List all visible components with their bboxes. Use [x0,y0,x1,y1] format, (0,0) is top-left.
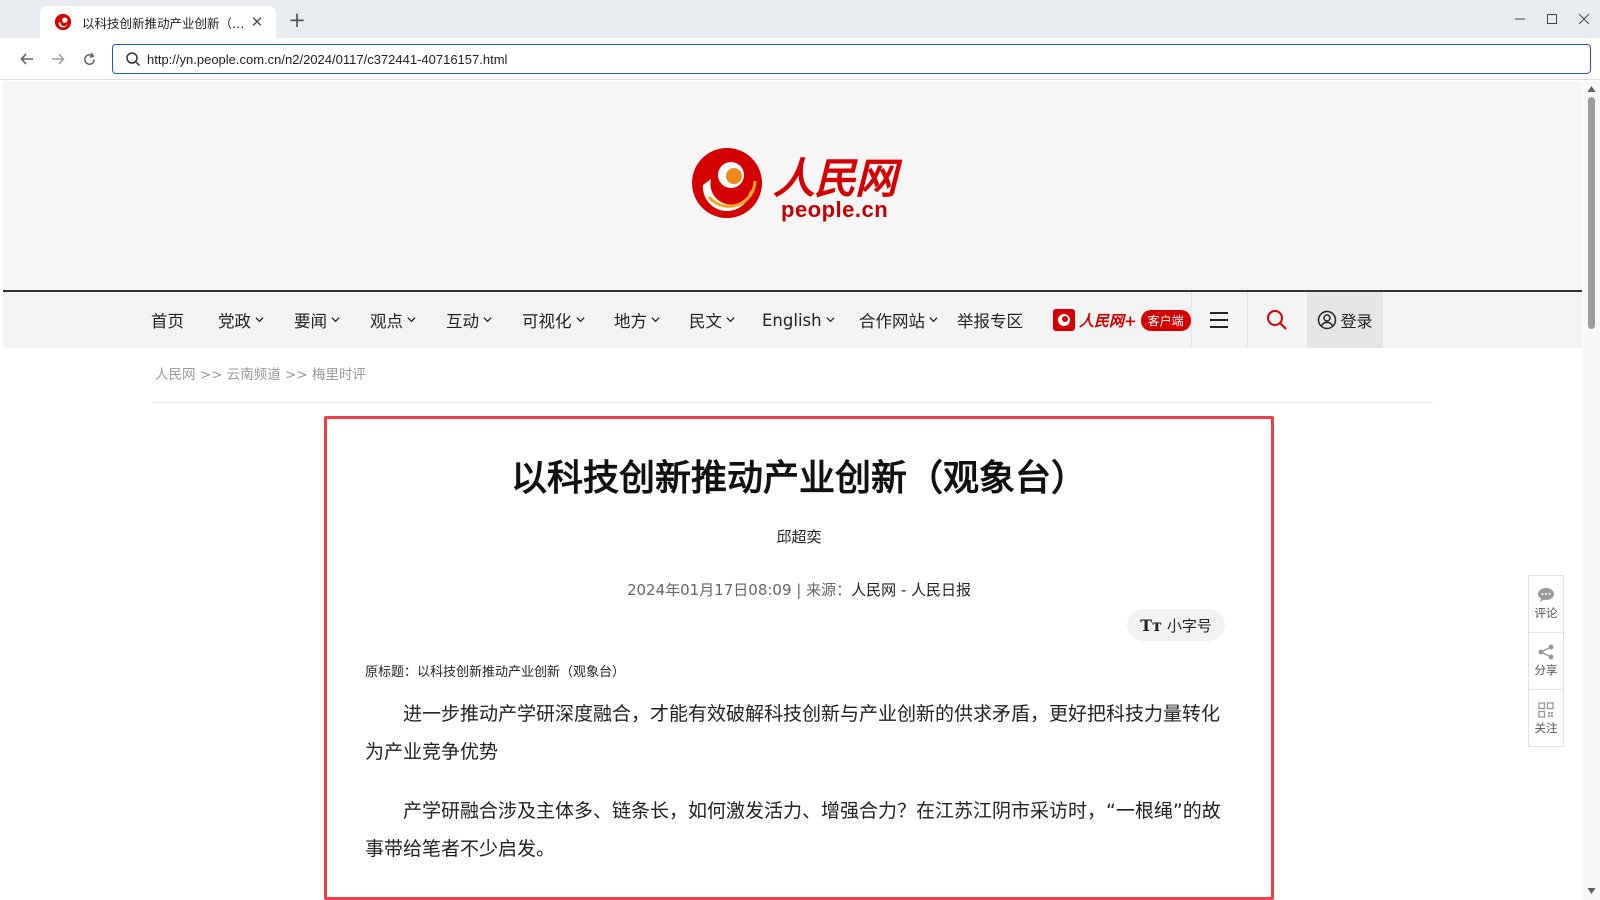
article-paragraph: 进一步推动产学研深度融合，才能有效破解科技创新与产业创新的供求矛盾，更好把科技力… [365,703,1221,763]
scrollbar-thumb[interactable] [1588,97,1595,329]
people-favicon-icon [54,13,72,31]
chevron-down-icon [929,316,938,322]
logo-english-text: people.cn [781,197,889,222]
comment-icon [1538,588,1554,602]
nav-item-news[interactable]: 要闻 [294,292,340,348]
follow-button[interactable]: 关注 [1529,690,1563,747]
chevron-down-icon [826,316,835,322]
tab-close-icon[interactable]: ✕ [248,13,266,31]
article-author: 邱超奕 [776,528,822,546]
breadcrumb-sep: >> [285,367,308,383]
chevron-down-icon [255,316,264,322]
nav-item-party[interactable]: 党政 [218,292,264,348]
site-header: 人民网 people.cn [3,81,1582,292]
page-scrollbar[interactable] [1583,81,1600,900]
breadcrumb: 人民网 >> 云南频道 >> 梅里时评 [155,363,366,383]
nav-item-opinion[interactable]: 观点 [370,292,416,348]
nav-item-partners[interactable]: 合作网站 [859,292,938,348]
browser-tab-active[interactable]: 以科技创新推动产业创新（观... ✕ [40,6,276,38]
text-size-icon: Tт [1140,615,1162,635]
tab-title: 以科技创新推动产业创新（观... [82,15,248,31]
search-icon [126,52,141,67]
article-box: 以科技创新推动产业创新（观象台） 邱超奕 2024年01月17日08:09 | … [324,416,1274,900]
people-emblem-icon [692,148,762,218]
font-size-toggle[interactable]: Tт 小字号 [1127,609,1225,641]
menu-button[interactable] [1191,292,1247,348]
main-nav: 首页 党政 要闻 观点 互动 可视化 地方 民文 English 合作网站 举报… [3,292,1582,348]
breadcrumb-section[interactable]: 梅里时评 [312,367,366,383]
browser-tab-strip: 以科技创新推动产业创新（观... ✕ + [0,0,1600,38]
divider [153,402,1433,403]
minimize-icon[interactable] [1504,0,1536,38]
scroll-down-arrow-icon[interactable] [1587,887,1596,895]
app-client-badge: 客户端 [1140,309,1191,331]
chevron-down-icon [407,316,416,322]
app-logo-icon [1053,309,1075,331]
breadcrumb-sep: >> [199,367,223,383]
nav-item-ethnic[interactable]: 民文 [689,292,735,348]
page-viewport: 人民网 people.cn 首页 党政 要闻 观点 互动 可视化 地方 民文 E… [0,81,1600,900]
article-title: 以科技创新推动产业创新（观象台） [510,458,1087,499]
close-window-icon[interactable] [1568,0,1600,38]
nav-item-english[interactable]: English [762,292,835,348]
people-logo[interactable]: 人民网 people.cn [689,143,919,233]
site-search-button[interactable] [1247,292,1307,348]
nav-item-interact[interactable]: 互动 [446,292,492,348]
login-button[interactable]: 登录 [1307,292,1383,348]
chevron-down-icon [331,316,340,322]
original-title: 原标题：以科技创新推动产业创新（观象台） [365,665,626,680]
article-meta: 2024年01月17日08:09 | 来源：人民网 - 人民日报 [327,579,1271,600]
side-toolbar: 评论 分享 关注 [1528,575,1564,747]
article-paragraph: 产学研融合涉及主体多、链条长，如何激发活力、增强合力？在江苏江阴市采访时，“一根… [365,800,1221,860]
address-bar[interactable]: http://yn.people.com.cn/n2/2024/0117/c37… [112,44,1591,74]
search-icon [1267,310,1287,330]
article-date: 2024年01月17日08:09 [626,581,792,599]
meta-separator: | 来源： [791,581,852,599]
chevron-down-icon [651,316,660,322]
reload-icon[interactable] [78,48,100,70]
chevron-down-icon [483,316,492,322]
qr-code-icon [1538,701,1554,718]
comment-button[interactable]: 评论 [1529,576,1563,633]
window-controls [1504,0,1600,38]
share-button[interactable]: 分享 [1529,633,1563,690]
article-source[interactable]: 人民网 - 人民日报 [851,581,971,599]
new-tab-plus-icon[interactable]: + [286,9,308,31]
maximize-icon[interactable] [1536,0,1568,38]
chevron-down-icon [726,316,735,322]
scroll-up-arrow-icon[interactable] [1587,85,1596,93]
back-arrow-icon[interactable] [16,48,38,70]
nav-item-local[interactable]: 地方 [614,292,660,348]
breadcrumb-home[interactable]: 人民网 [155,367,196,383]
app-name: 人民网+ [1079,311,1137,330]
forward-arrow-icon[interactable] [47,48,69,70]
url-text: http://yn.people.com.cn/n2/2024/0117/c37… [147,51,508,67]
share-icon [1538,644,1554,660]
nav-item-home[interactable]: 首页 [151,292,184,348]
chevron-down-icon [575,316,585,322]
breadcrumb-yunnan[interactable]: 云南频道 [227,367,281,383]
hamburger-menu-icon [1210,312,1228,328]
browser-toolbar: http://yn.people.com.cn/n2/2024/0117/c37… [0,38,1600,80]
user-icon [1318,310,1337,330]
nav-item-visual[interactable]: 可视化 [522,292,585,348]
nav-item-report[interactable]: 举报专区 [957,292,1023,348]
app-download-link[interactable]: 人民网+ 客户端 [1053,306,1191,334]
